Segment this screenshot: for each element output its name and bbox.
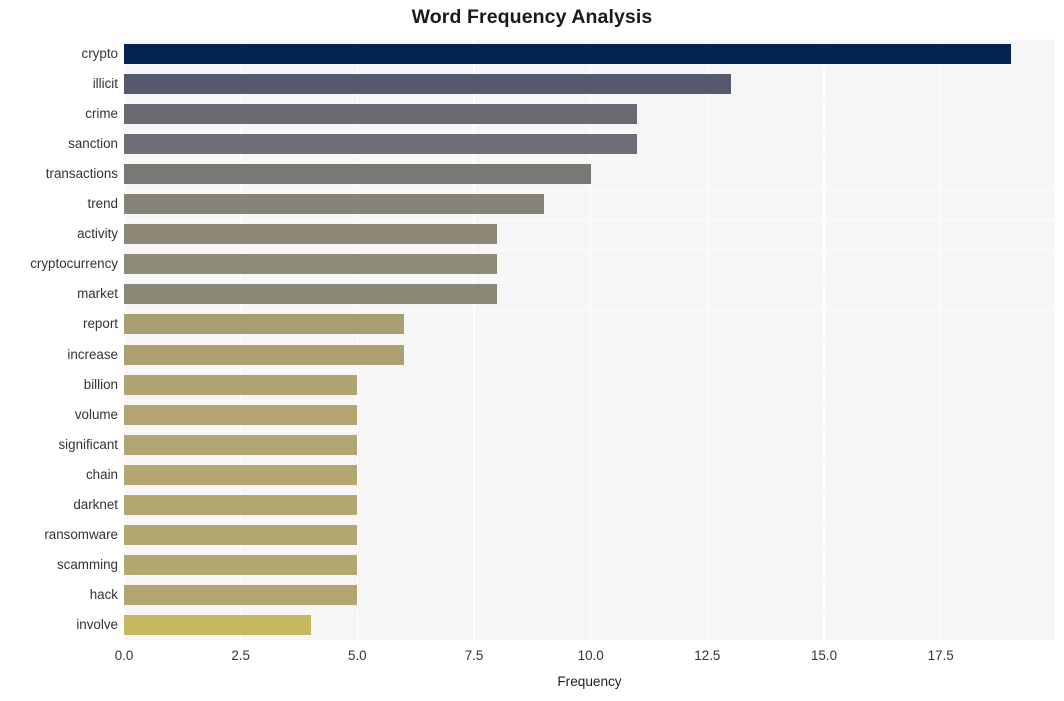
bar[interactable] — [124, 614, 311, 635]
bar[interactable] — [124, 434, 358, 455]
y-axis-label: market — [77, 286, 118, 302]
y-gridline — [124, 489, 1055, 492]
bar[interactable] — [124, 344, 404, 365]
y-gridline — [124, 129, 1055, 131]
y-gridline — [124, 309, 1055, 311]
bar[interactable] — [124, 404, 358, 425]
x-axis-tick-label: 0.0 — [114, 648, 134, 663]
y-gridline — [124, 249, 1055, 251]
bar[interactable] — [124, 74, 731, 95]
y-gridline — [124, 219, 1055, 221]
y-gridline — [124, 69, 1055, 71]
y-gridline — [124, 609, 1055, 612]
bar[interactable] — [124, 284, 498, 305]
bar[interactable] — [124, 134, 638, 155]
x-axis-tick-label: 15.0 — [810, 648, 838, 663]
y-gridline — [124, 189, 1055, 191]
y-axis-label: hack — [89, 586, 118, 602]
x-axis-tick-label: 10.0 — [577, 648, 604, 663]
y-axis-label: report — [83, 316, 118, 332]
bar[interactable] — [124, 164, 591, 185]
y-gridline — [124, 39, 1055, 41]
x-axis-title: Frequency — [557, 674, 622, 689]
y-gridline — [124, 369, 1055, 371]
y-axis-label: crime — [85, 106, 118, 122]
y-axis-label: transactions — [45, 166, 118, 182]
y-axis-label: ransomware — [44, 526, 118, 542]
bar[interactable] — [124, 554, 358, 575]
y-axis-label: volume — [74, 406, 118, 422]
y-axis-label: chain — [85, 466, 118, 482]
bar[interactable] — [124, 44, 1011, 65]
bar[interactable] — [124, 104, 638, 125]
x-axis-tick-labels: 0.0 2.5 5.0 7.5 10.0 12.5 15.0 17.5 — [0, 648, 1064, 668]
y-gridline — [124, 399, 1055, 401]
y-axis-label: involve — [76, 616, 118, 632]
y-axis-label: crypto — [81, 46, 118, 62]
y-axis-label: illicit — [92, 76, 118, 92]
y-axis-label: trend — [87, 196, 118, 212]
y-axis-label: significant — [58, 436, 118, 452]
y-gridline — [124, 159, 1055, 161]
y-gridline — [124, 459, 1055, 461]
y-gridline — [124, 339, 1055, 341]
y-axis-label: darknet — [73, 496, 118, 512]
bar[interactable] — [124, 254, 498, 275]
x-axis-tick-label: 17.5 — [927, 648, 954, 663]
y-axis-label: scamming — [56, 556, 118, 572]
y-axis-label: cryptocurrency — [30, 256, 118, 272]
y-axis-label: activity — [77, 226, 118, 242]
y-gridline — [124, 519, 1055, 522]
y-axis-category-labels: crypto illicit crime sanction transactions tr… — [0, 39, 118, 640]
y-gridline — [124, 99, 1055, 101]
y-gridline — [124, 579, 1055, 582]
y-gridline — [124, 549, 1055, 552]
y-axis-label: billion — [83, 376, 118, 392]
bar[interactable] — [124, 314, 404, 335]
x-axis-tick-label: 5.0 — [348, 648, 367, 663]
bar[interactable] — [124, 374, 358, 395]
bar[interactable] — [124, 524, 358, 545]
bar[interactable] — [124, 194, 544, 215]
chart-title: Word Frequency Analysis — [411, 6, 653, 28]
word-frequency-bar-chart: Word Frequency Analysis crypto illicit cri… — [0, 0, 1064, 701]
y-gridline — [124, 279, 1055, 281]
y-axis-label: increase — [67, 346, 118, 362]
bar[interactable] — [124, 464, 358, 485]
bar[interactable] — [124, 494, 358, 515]
plot-area — [124, 39, 1055, 640]
y-axis-label: sanction — [68, 136, 118, 152]
x-axis-tick-label: 2.5 — [231, 648, 250, 663]
x-axis-tick-label: 7.5 — [464, 648, 484, 663]
y-gridline — [124, 429, 1055, 431]
bar[interactable] — [124, 224, 498, 245]
x-axis-tick-label: 12.5 — [694, 648, 721, 663]
bar[interactable] — [124, 584, 358, 605]
